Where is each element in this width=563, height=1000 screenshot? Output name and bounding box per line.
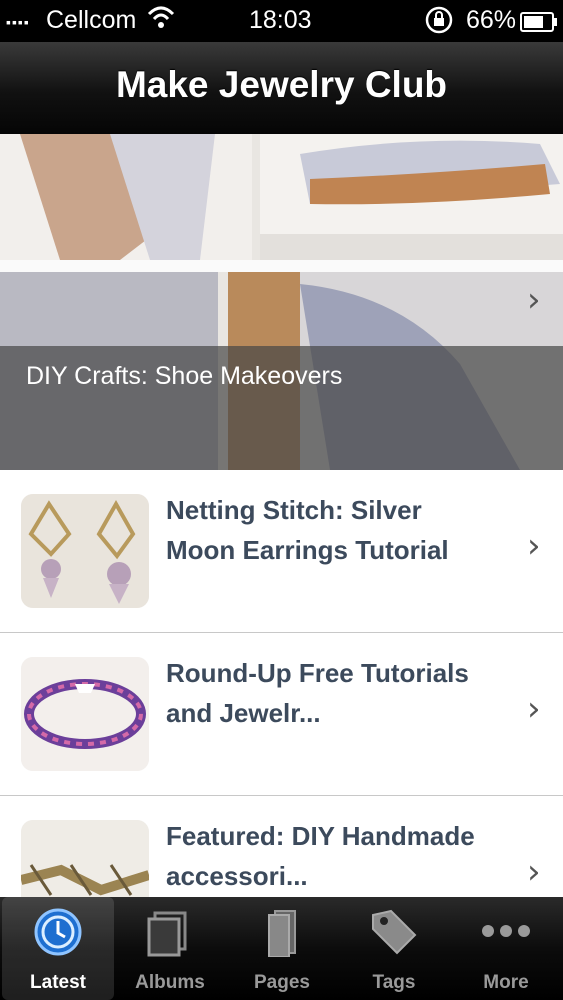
albums-icon (147, 911, 187, 957)
post-title: Round-Up Free Tutorials and Jewelr... (166, 658, 469, 728)
post-thumbnail (21, 494, 149, 608)
post-title: Netting Stitch: Silver Moon Earrings Tut… (166, 495, 449, 565)
tab-pages[interactable]: Pages (226, 897, 338, 1000)
wifi-icon (146, 2, 176, 39)
page-title: Make Jewelry Club (115, 64, 448, 105)
clock-time: 18:03 (249, 6, 312, 34)
chevron-right-icon: › (527, 852, 541, 892)
orientation-lock-icon (424, 5, 454, 42)
tab-albums[interactable]: Albums (114, 897, 226, 1000)
list-item[interactable]: Round-Up Free Tutorials and Jewelr... › (0, 633, 563, 797)
pages-icon (268, 910, 296, 957)
post-thumbnail (21, 657, 149, 771)
status-bar: ▪▪▪▪ Cellcom 18:03 66% (0, 0, 563, 42)
tab-more-label: More (483, 972, 529, 993)
featured-post[interactable]: DIY Crafts: Shoe Makeovers › (0, 134, 563, 470)
clock-icon (34, 908, 82, 956)
featured-caption: DIY Crafts: Shoe Makeovers (26, 362, 343, 390)
signal-icon: ▪▪▪▪ (6, 14, 30, 30)
tab-pages-label: Pages (254, 972, 310, 993)
tab-more[interactable]: More (450, 897, 562, 1000)
tag-icon (372, 909, 417, 955)
tab-latest[interactable]: Latest (2, 897, 114, 1000)
tab-tags-label: Tags (372, 972, 416, 993)
tab-latest-label: Latest (30, 972, 86, 993)
tab-tags[interactable]: Tags (338, 897, 450, 1000)
chevron-right-icon: › (527, 526, 541, 566)
battery-icon (520, 10, 558, 39)
tab-albums-label: Albums (135, 972, 205, 993)
chevron-right-icon: › (527, 689, 541, 729)
chevron-right-icon: › (527, 280, 541, 320)
navigation-bar: Make Jewelry Club (0, 42, 563, 135)
more-dots-icon (482, 925, 530, 937)
carrier-label: Cellcom (46, 6, 137, 34)
post-title: Featured: DIY Handmade accessori... (166, 821, 475, 891)
tab-bar: Latest Albums Pages Tags More (0, 897, 563, 1000)
battery-percent: 66% (466, 6, 517, 34)
list-item[interactable]: Netting Stitch: Silver Moon Earrings Tut… (0, 470, 563, 634)
